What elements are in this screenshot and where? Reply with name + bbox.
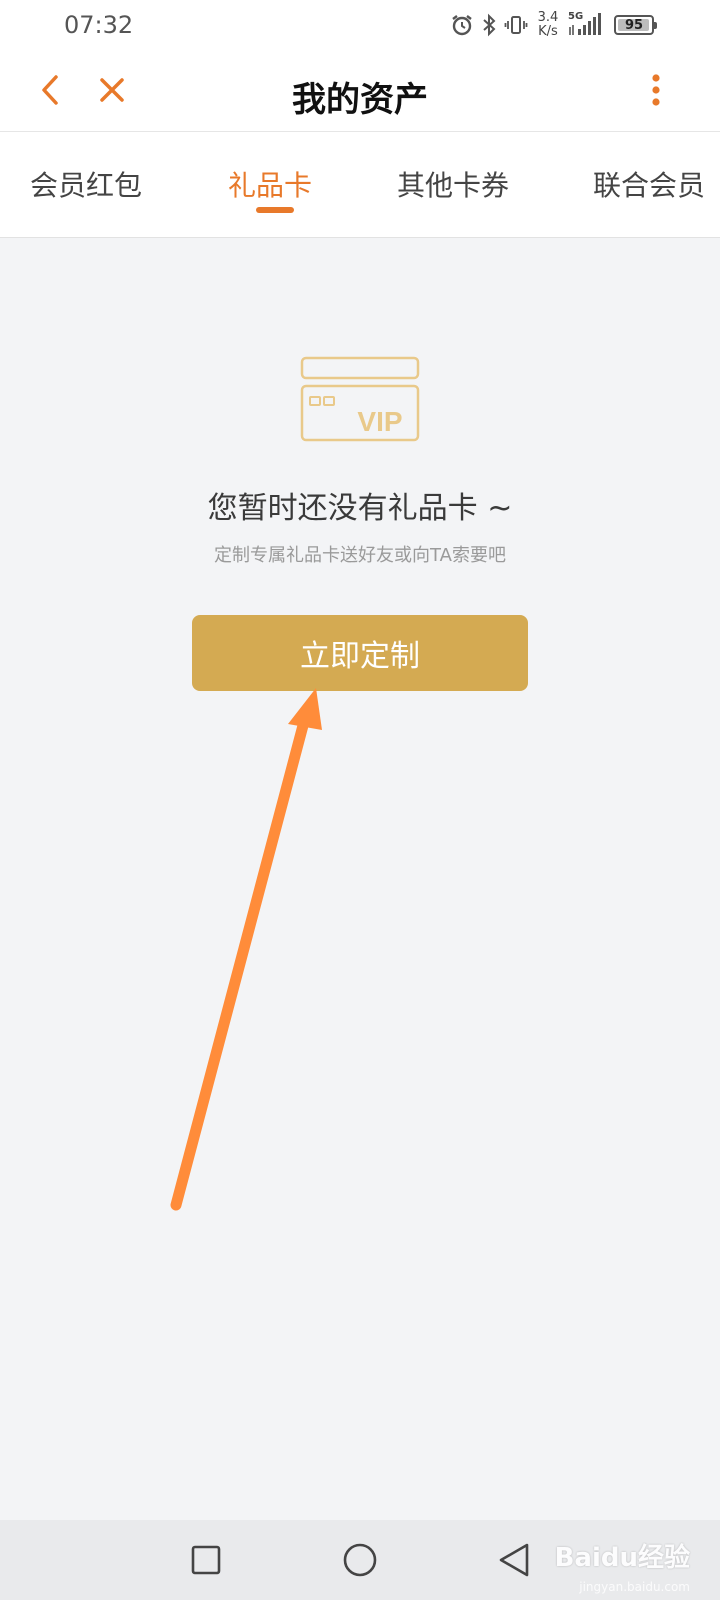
empty-state-title: 您暂时还没有礼品卡 ~ [207, 491, 513, 526]
tab-bar: 会员红包 礼品卡 其他卡券 联合会员 [0, 132, 720, 238]
vip-card-icon: VIP [300, 356, 420, 446]
vibrate-icon [504, 13, 528, 37]
vip-label: VIP [357, 406, 402, 437]
net-speed-unit: K/s [538, 24, 558, 39]
back-triangle-icon[interactable] [494, 1540, 534, 1580]
customize-now-button[interactable]: 立即定制 [192, 615, 528, 691]
system-navigation-bar: Baidu经验 jingyan.baidu.com [0, 1520, 720, 1600]
tab-gift-card[interactable]: 礼品卡 [228, 164, 312, 204]
baidu-watermark: Baidu经验 [554, 1543, 690, 1573]
network-type: 5G [568, 11, 584, 22]
home-circle-icon[interactable] [340, 1540, 380, 1580]
recents-square-icon[interactable] [186, 1540, 226, 1580]
page-title: 我的资产 [292, 80, 428, 120]
navigation-bar: 我的资产 [0, 50, 720, 132]
status-icons: 3.4 K/s 5G 95 [450, 8, 657, 42]
tab-joint-membership[interactable]: 联合会员 [593, 164, 705, 204]
alarm-icon [450, 13, 474, 37]
more-vertical-icon [652, 74, 660, 106]
network-speed: 3.4 K/s [534, 11, 562, 39]
active-tab-indicator [256, 207, 294, 213]
status-bar: 07:32 3.4 K/s 5G 95 [0, 0, 720, 50]
battery-level: 95 [624, 17, 644, 33]
empty-state-subtitle: 定制专属礼品卡送好友或向TA索要吧 [214, 545, 506, 566]
more-button[interactable] [638, 70, 674, 110]
tab-other-coupons[interactable]: 其他卡券 [397, 164, 509, 204]
baidu-watermark-url: jingyan.baidu.com [579, 1580, 690, 1594]
battery-icon: 95 [614, 15, 657, 35]
signal-icon: 5G [568, 11, 602, 37]
tab-member-redpacket[interactable]: 会员红包 [30, 164, 142, 204]
status-time: 07:32 [64, 11, 134, 39]
bluetooth-icon [480, 13, 498, 37]
annotation-arrow-icon [170, 688, 322, 1211]
net-speed-value: 3.4 [537, 10, 559, 25]
